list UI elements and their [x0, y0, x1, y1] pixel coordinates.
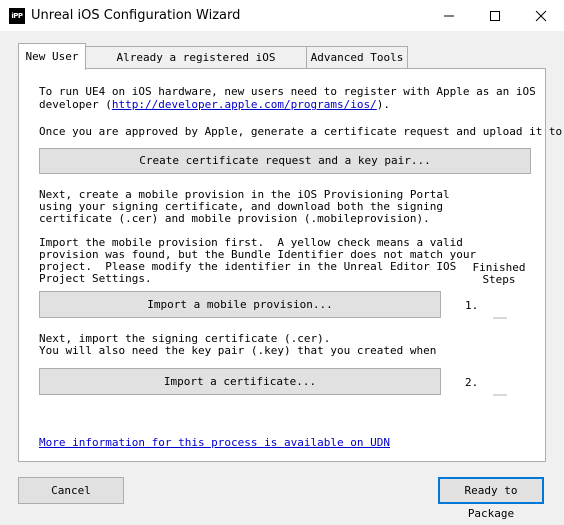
intro-suffix: ).: [376, 98, 391, 111]
step-2-status-icon: [493, 394, 507, 396]
developer-program-link[interactable]: http://developer.apple.com/programs/ios/: [112, 98, 377, 111]
new-user-panel: To run UE4 on iOS hardware, new users ne…: [18, 68, 562, 462]
step-2-label: 2.: [465, 376, 479, 389]
maximize-button[interactable]: [472, 0, 518, 31]
minimize-icon: [444, 15, 454, 17]
udn-info-link[interactable]: More information for this process is ava…: [39, 437, 390, 449]
tab-new-user[interactable]: New User: [18, 43, 86, 70]
title-bar: iPP Unreal iOS Configuration Wizard: [0, 0, 564, 31]
step-1-status-icon: [493, 317, 507, 319]
import-instructions: Import the mobile provision first. A yel…: [39, 236, 477, 285]
minimize-button[interactable]: [426, 0, 472, 31]
approved-text: Once you are approved by Apple, generate…: [39, 125, 563, 138]
import-certificate-button[interactable]: Import a certificate...: [39, 368, 441, 395]
app-icon: iPP: [9, 8, 25, 24]
tab-registered-developer[interactable]: Already a registered iOS developer: [85, 46, 307, 86]
tab-advanced-tools[interactable]: Advanced Tools: [306, 46, 408, 68]
create-certificate-request-button[interactable]: Create certificate request and a key pai…: [39, 148, 531, 174]
ready-to-package-button[interactable]: Ready to Package: [438, 477, 544, 520]
certificate-instructions: Next, import the signing certificate (.c…: [39, 332, 437, 357]
intro-text-line2: developer (http://developer.apple.com/pr…: [39, 99, 390, 111]
cancel-button[interactable]: Cancel: [18, 477, 124, 504]
provision-instructions: Next, create a mobile provision in the i…: [39, 188, 450, 225]
close-button[interactable]: [518, 0, 564, 31]
intro-text: To run UE4 on iOS hardware, new users ne…: [39, 85, 536, 98]
close-icon: [535, 10, 547, 22]
import-mobile-provision-button[interactable]: Import a mobile provision...: [39, 291, 441, 318]
step-1-label: 1.: [465, 299, 479, 312]
finished-steps-label: Finished Steps: [472, 261, 526, 286]
intro-prefix: developer (: [39, 98, 112, 111]
maximize-icon: [490, 11, 500, 21]
window-title: Unreal iOS Configuration Wizard: [31, 8, 241, 23]
